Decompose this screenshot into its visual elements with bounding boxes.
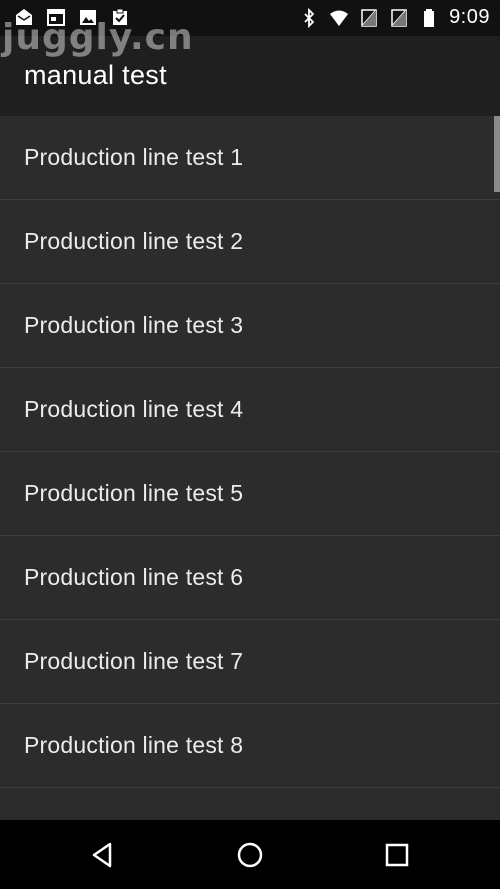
watermark: juggly.cn — [2, 17, 194, 58]
recent-apps-icon — [385, 843, 409, 867]
list-item-label: Production line test 7 — [24, 648, 244, 674]
list-item-label: Production line test 1 — [24, 144, 244, 170]
page-title: manual test — [24, 60, 167, 90]
clock: 9:09 — [449, 6, 490, 28]
back-button[interactable] — [86, 838, 120, 872]
list-item-test-1[interactable]: Production line test 1 — [0, 116, 500, 200]
screen: 9:09 juggly.cn manual test Production li… — [0, 0, 500, 889]
list-item-test-4[interactable]: Production line test 4 — [0, 368, 500, 452]
navigation-bar — [0, 820, 500, 889]
list-item-label: Production line test 6 — [24, 564, 244, 590]
scrollbar[interactable] — [494, 116, 500, 192]
no-sim-icon — [359, 8, 379, 28]
home-button[interactable] — [233, 838, 267, 872]
home-icon — [237, 842, 263, 868]
list-item-label: Production line test 3 — [24, 312, 244, 338]
battery-icon — [419, 8, 439, 28]
list-item-label: Production line test 5 — [24, 480, 244, 506]
test-list: Production line test 1 Production line t… — [0, 116, 500, 820]
list-item-test-8[interactable]: Production line test 8 — [0, 704, 500, 788]
no-sim-icon — [389, 8, 409, 28]
list-item-label: Production line test 2 — [24, 228, 244, 254]
list-item-test-3[interactable]: Production line test 3 — [0, 284, 500, 368]
list-item-test-6[interactable]: Production line test 6 — [0, 536, 500, 620]
recent-apps-button[interactable] — [380, 838, 414, 872]
wifi-icon — [329, 8, 349, 28]
list-item-test-7[interactable]: Production line test 7 — [0, 620, 500, 704]
bluetooth-icon — [299, 7, 319, 28]
back-icon — [92, 842, 112, 868]
system-icons: 9:09 — [299, 6, 490, 29]
list-item-label: Production line test 8 — [24, 732, 244, 758]
list-item-test-5[interactable]: Production line test 5 — [0, 452, 500, 536]
list-item-label: Production line test 4 — [24, 396, 244, 422]
list-item-partial[interactable] — [0, 788, 500, 820]
list-item-test-2[interactable]: Production line test 2 — [0, 200, 500, 284]
